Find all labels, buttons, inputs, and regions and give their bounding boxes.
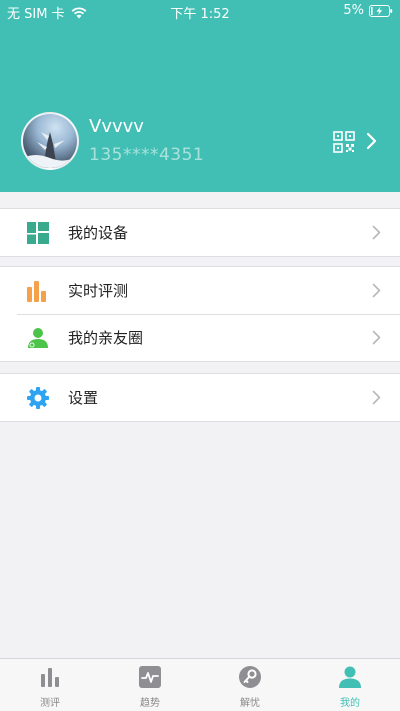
profile-header: 无 SIM 卡 下午 1:52 5% Vvvvv 135****4351 xyxy=(0,0,400,192)
tab-label: 测评 xyxy=(40,698,60,709)
status-time: 下午 1:52 xyxy=(170,7,230,22)
tab-trend[interactable]: 趋势 xyxy=(100,665,200,711)
menu-item-label: 我的设备 xyxy=(68,224,129,242)
username: Vvvvv xyxy=(89,116,144,137)
tab-evaluation[interactable]: 测评 xyxy=(0,665,100,711)
activity-group: 实时评测 我的亲友圈 xyxy=(0,266,400,362)
key-icon xyxy=(239,666,261,688)
tab-label: 趋势 xyxy=(140,698,160,709)
settings-group: 设置 xyxy=(0,373,400,422)
person-icon xyxy=(339,666,361,688)
tab-label: 我的 xyxy=(340,698,360,709)
bar-chart-icon xyxy=(41,668,59,687)
chevron-right-icon xyxy=(372,390,381,405)
menu-item-realtime-evaluation[interactable]: 实时评测 xyxy=(0,267,400,314)
avatar[interactable] xyxy=(21,112,79,170)
battery-percent: 5% xyxy=(343,3,364,18)
status-bar: 无 SIM 卡 下午 1:52 5% xyxy=(0,0,400,22)
gear-icon xyxy=(27,387,49,409)
tab-mine[interactable]: 我的 xyxy=(300,665,400,711)
menu-item-label: 设置 xyxy=(68,389,99,407)
phone-number: 135****4351 xyxy=(89,145,205,165)
chevron-right-icon xyxy=(372,330,381,345)
menu-item-label: 我的亲友圈 xyxy=(68,329,144,347)
qr-code-icon[interactable] xyxy=(333,131,355,153)
chevron-right-icon[interactable] xyxy=(365,132,377,150)
devices-grid-icon xyxy=(27,222,49,244)
tab-bar: 测评 趋势 解忧 我的 xyxy=(0,658,400,711)
bar-chart-icon xyxy=(27,281,46,302)
tab-label: 解忧 xyxy=(240,698,260,709)
tab-relief[interactable]: 解忧 xyxy=(200,665,300,711)
menu-item-family-circle[interactable]: 我的亲友圈 xyxy=(0,314,400,361)
menu-item-settings[interactable]: 设置 xyxy=(0,374,400,421)
menu-item-my-devices[interactable]: 我的设备 xyxy=(0,209,400,256)
chevron-right-icon xyxy=(372,283,381,298)
devices-group: 我的设备 xyxy=(0,208,400,257)
profile-card[interactable]: Vvvvv 135****4351 xyxy=(21,112,391,172)
avatar-image xyxy=(23,132,77,168)
menu-item-label: 实时评测 xyxy=(68,282,129,300)
chevron-right-icon xyxy=(372,225,381,240)
family-people-icon xyxy=(28,328,48,348)
battery-charging-icon xyxy=(369,4,393,17)
trend-icon xyxy=(139,666,161,688)
status-bar-right: 5% xyxy=(343,3,393,18)
